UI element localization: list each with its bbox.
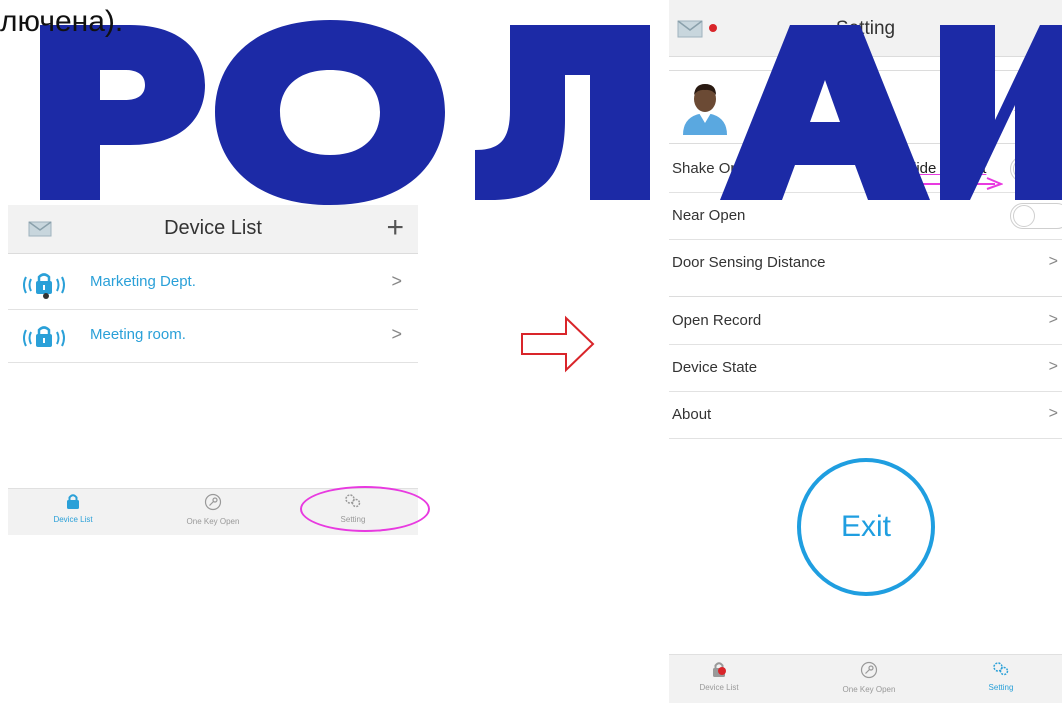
- shake-open-row: Shake Open: [669, 146, 1062, 193]
- tab-label: One Key Open: [842, 685, 896, 694]
- avatar: [677, 79, 733, 140]
- chevron-right-icon: >: [391, 324, 402, 344]
- menu-label: Device State: [672, 359, 758, 376]
- tab-label: One Key Open: [186, 517, 240, 526]
- setting-screen: Setting User > Shake Open Near Open Door…: [669, 0, 1062, 703]
- tab-device-list[interactable]: Device List: [23, 493, 123, 524]
- chevron-right-icon: >: [391, 271, 402, 291]
- lock-signal-icon: [22, 324, 86, 357]
- tab-setting[interactable]: Setting: [951, 661, 1051, 692]
- near-open-row: Near Open: [669, 193, 1062, 240]
- menu-label: Open Record: [672, 312, 762, 329]
- device-row-meeting[interactable]: Meeting room. >: [8, 310, 418, 363]
- exit-button[interactable]: Exit: [797, 458, 935, 596]
- near-open-toggle[interactable]: [1010, 203, 1062, 229]
- setting-header: Setting: [669, 0, 1062, 57]
- setting-title: Setting: [835, 18, 896, 39]
- chevron-right-icon: >: [1048, 358, 1058, 375]
- chevron-right-icon: >: [1048, 405, 1058, 422]
- door-sensing-distance-row[interactable]: Door Sensing Distance >: [669, 240, 1062, 287]
- about-row[interactable]: About >: [669, 392, 1062, 439]
- tab-label: Setting: [988, 683, 1014, 692]
- highlight-ellipse: [300, 486, 430, 532]
- chevron-right-icon: >: [1048, 311, 1058, 328]
- chevron-right-icon: >: [1048, 253, 1058, 270]
- tab-label: Device List: [699, 683, 739, 692]
- device-state-row[interactable]: Device State >: [669, 345, 1062, 392]
- tab-one-key-open[interactable]: One Key Open: [819, 661, 919, 694]
- device-list-header: Device List +: [8, 205, 418, 254]
- lock-icon: [67, 494, 79, 509]
- transition-arrow-icon: [521, 315, 595, 373]
- notification-dot: [718, 667, 726, 675]
- user-name: User: [1003, 99, 1035, 116]
- gears-icon: [993, 662, 1009, 676]
- tab-device-list[interactable]: Device List: [669, 661, 769, 692]
- intro-text: лючена).: [0, 5, 124, 38]
- section-divider: [669, 286, 1062, 297]
- tab-label: Device List: [53, 515, 93, 524]
- lock-signal-icon: [22, 271, 86, 304]
- tab-one-key-open[interactable]: One Key Open: [163, 493, 263, 526]
- shake-open-label: Shake Open: [672, 160, 756, 177]
- device-row-marketing[interactable]: Marketing Dept. >: [8, 257, 418, 310]
- slide-to-right-annotation: Slide to right: [903, 160, 987, 177]
- device-list-title: Device List: [164, 217, 262, 239]
- bottom-tab-bar: Device List One Key Open Setting: [669, 654, 1062, 703]
- device-name: Meeting room.: [90, 326, 186, 343]
- open-record-row[interactable]: Open Record >: [669, 298, 1062, 345]
- device-name: Marketing Dept.: [90, 273, 196, 290]
- key-icon: [860, 661, 878, 679]
- menu-label: About: [672, 406, 712, 423]
- user-row[interactable]: User >: [669, 70, 1062, 144]
- near-open-label: Near Open: [672, 207, 746, 224]
- annotation-arrow-icon: [905, 177, 1003, 190]
- shake-open-toggle[interactable]: [1010, 156, 1062, 182]
- menu-label: Door Sensing Distance: [672, 254, 826, 271]
- add-device-button[interactable]: +: [386, 211, 404, 245]
- key-icon: [204, 493, 222, 511]
- chevron-right-icon: >: [1048, 98, 1058, 115]
